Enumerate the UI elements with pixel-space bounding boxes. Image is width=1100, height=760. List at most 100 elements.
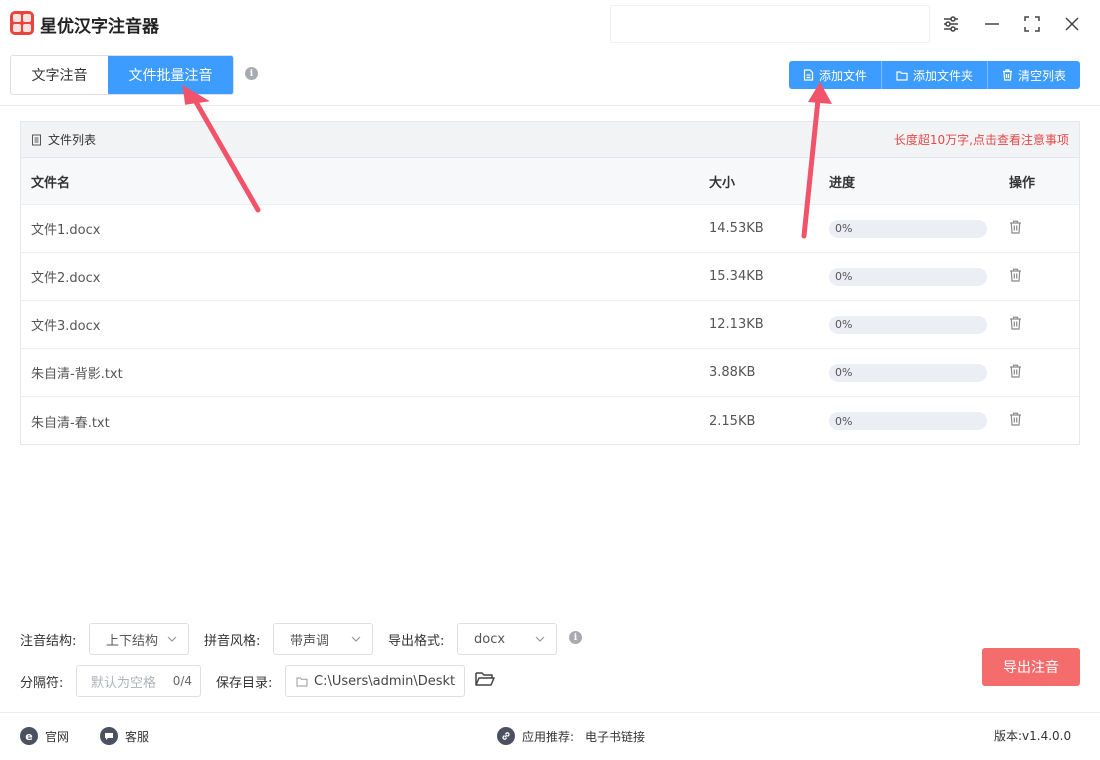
title-bar-blank-area (610, 5, 930, 43)
progress-text: 0% (835, 318, 853, 331)
file-size: 12.13KB (709, 317, 764, 332)
mode-tabs: 文字注音 文件批量注音 (10, 55, 234, 95)
folder-icon (896, 70, 908, 81)
separator-placeholder: 默认为空格 (91, 675, 157, 691)
chat-bubble-icon (100, 727, 118, 745)
table-row: 文件1.docx 14.53KB 0% (21, 205, 1079, 253)
action-cell (999, 220, 1079, 238)
export-format-select[interactable]: docx (457, 623, 557, 655)
trash-icon (1003, 69, 1013, 81)
progress-text: 0% (835, 222, 853, 235)
divider (0, 712, 1100, 713)
progress-bar: 0% (829, 363, 987, 382)
column-header-size: 大小 (709, 175, 736, 191)
separator-input[interactable]: 默认为空格 0/4 (76, 665, 201, 697)
action-cell (999, 268, 1079, 286)
separator-label: 分隔符: (20, 676, 64, 691)
pinyin-style-select[interactable]: 带声调 (273, 623, 373, 655)
divider (0, 105, 1100, 106)
minimize-icon[interactable] (980, 12, 1004, 36)
table-row: 文件2.docx 15.34KB 0% (21, 253, 1079, 301)
action-cell (999, 412, 1079, 430)
app-title: 星优汉字注音器 (40, 17, 159, 37)
website-e-icon: e (20, 727, 38, 745)
tab-text-annotation[interactable]: 文字注音 (11, 56, 108, 94)
progress-bar: 0% (829, 412, 987, 430)
file-name: 朱自清-春.txt (31, 415, 110, 431)
file-name: 文件2.docx (31, 271, 101, 286)
file-list-title: 文件列表 (48, 133, 97, 147)
chevron-down-icon (167, 636, 177, 642)
delete-row-icon[interactable] (1009, 220, 1022, 234)
maximize-icon[interactable] (1020, 12, 1044, 36)
file-name: 文件1.docx (31, 223, 101, 238)
table-row: 朱自清-背影.txt 3.88KB 0% (21, 349, 1079, 397)
file-toolbar: 添加文件 添加文件夹 清空列表 (789, 61, 1081, 89)
progress-text: 0% (835, 414, 853, 428)
app-logo-icon (10, 11, 34, 35)
format-info-icon[interactable]: i (569, 631, 582, 644)
separator-char-count: 0/4 (172, 674, 192, 688)
add-folder-button[interactable]: 添加文件夹 (882, 61, 989, 89)
file-rows: 文件1.docx 14.53KB 0% 文件2.docx 15.34KB 0% 文件3.do… (21, 205, 1079, 445)
length-warning-link[interactable]: 长度超10万字,点击查看注意事项 (894, 131, 1069, 148)
progress-bar: 0% (829, 267, 987, 286)
recommend-label: 应用推荐: (522, 729, 575, 744)
style-label: 拼音风格: (204, 634, 261, 649)
table-row: 朱自清-春.txt 2.15KB 0% (21, 397, 1079, 445)
table-row: 文件3.docx 12.13KB 0% (21, 301, 1079, 349)
export-annotation-button[interactable]: 导出注音 (982, 648, 1080, 686)
file-size: 15.34KB (709, 269, 764, 284)
link-icon (497, 727, 515, 745)
progress-cell: 0% (819, 267, 999, 286)
file-name: 文件3.docx (31, 319, 101, 334)
delete-row-icon[interactable] (1009, 364, 1022, 378)
version-text: 版本:v1.4.0.0 (994, 729, 1072, 743)
folder-icon (296, 677, 308, 686)
clear-list-button[interactable]: 清空列表 (988, 61, 1081, 89)
support-link[interactable]: 客服 (100, 727, 149, 745)
progress-bar: 0% (829, 315, 987, 334)
column-header-progress: 进度 (829, 175, 856, 191)
tab-batch-file-annotation[interactable]: 文件批量注音 (108, 56, 233, 94)
file-size: 3.88KB (709, 365, 756, 380)
delete-row-icon[interactable] (1009, 412, 1022, 426)
list-icon (32, 134, 41, 145)
action-cell (999, 316, 1079, 334)
delete-row-icon[interactable] (1009, 316, 1022, 330)
progress-text: 0% (835, 270, 853, 283)
add-file-button[interactable]: 添加文件 (789, 61, 883, 89)
info-icon[interactable]: i (245, 67, 258, 80)
structure-select[interactable]: 上下结构 (89, 623, 189, 655)
file-list-panel: 文件列表 长度超10万字,点击查看注意事项 文件名 大小 进度 操作 文件1.d… (20, 121, 1080, 445)
file-size: 2.15KB (709, 413, 756, 429)
progress-bar: 0% (829, 219, 987, 238)
file-name: 朱自清-背影.txt (31, 367, 123, 382)
action-cell (999, 364, 1079, 382)
progress-cell: 0% (819, 363, 999, 382)
format-label: 导出格式: (388, 634, 445, 649)
progress-cell: 0% (819, 315, 999, 334)
delete-row-icon[interactable] (1009, 268, 1022, 282)
column-header-actions: 操作 (1009, 175, 1036, 191)
table-header: 文件名 大小 进度 操作 (21, 158, 1079, 205)
document-icon (803, 69, 814, 81)
recommend-area: 应用推荐: 电子书链接 (497, 727, 645, 745)
close-icon[interactable] (1060, 12, 1084, 36)
save-dir-label: 保存目录: (216, 676, 273, 691)
ebook-link[interactable]: 电子书链接 (585, 728, 645, 745)
progress-cell: 0% (819, 412, 999, 430)
title-bar: 星优汉字注音器 (0, 0, 1100, 48)
save-path-input[interactable]: C:\Users\admin\Deskto (285, 665, 465, 697)
progress-cell: 0% (819, 219, 999, 238)
chevron-down-icon (535, 636, 545, 642)
chevron-down-icon (351, 636, 361, 642)
file-size: 14.53KB (709, 221, 764, 236)
progress-text: 0% (835, 366, 853, 379)
settings-sliders-icon[interactable] (939, 12, 963, 36)
browse-folder-icon[interactable] (474, 669, 496, 693)
column-header-name: 文件名 (31, 175, 71, 191)
structure-label: 注音结构: (20, 634, 77, 649)
file-list-header: 文件列表 长度超10万字,点击查看注意事项 (21, 122, 1079, 158)
website-link[interactable]: e 官网 (20, 727, 69, 745)
